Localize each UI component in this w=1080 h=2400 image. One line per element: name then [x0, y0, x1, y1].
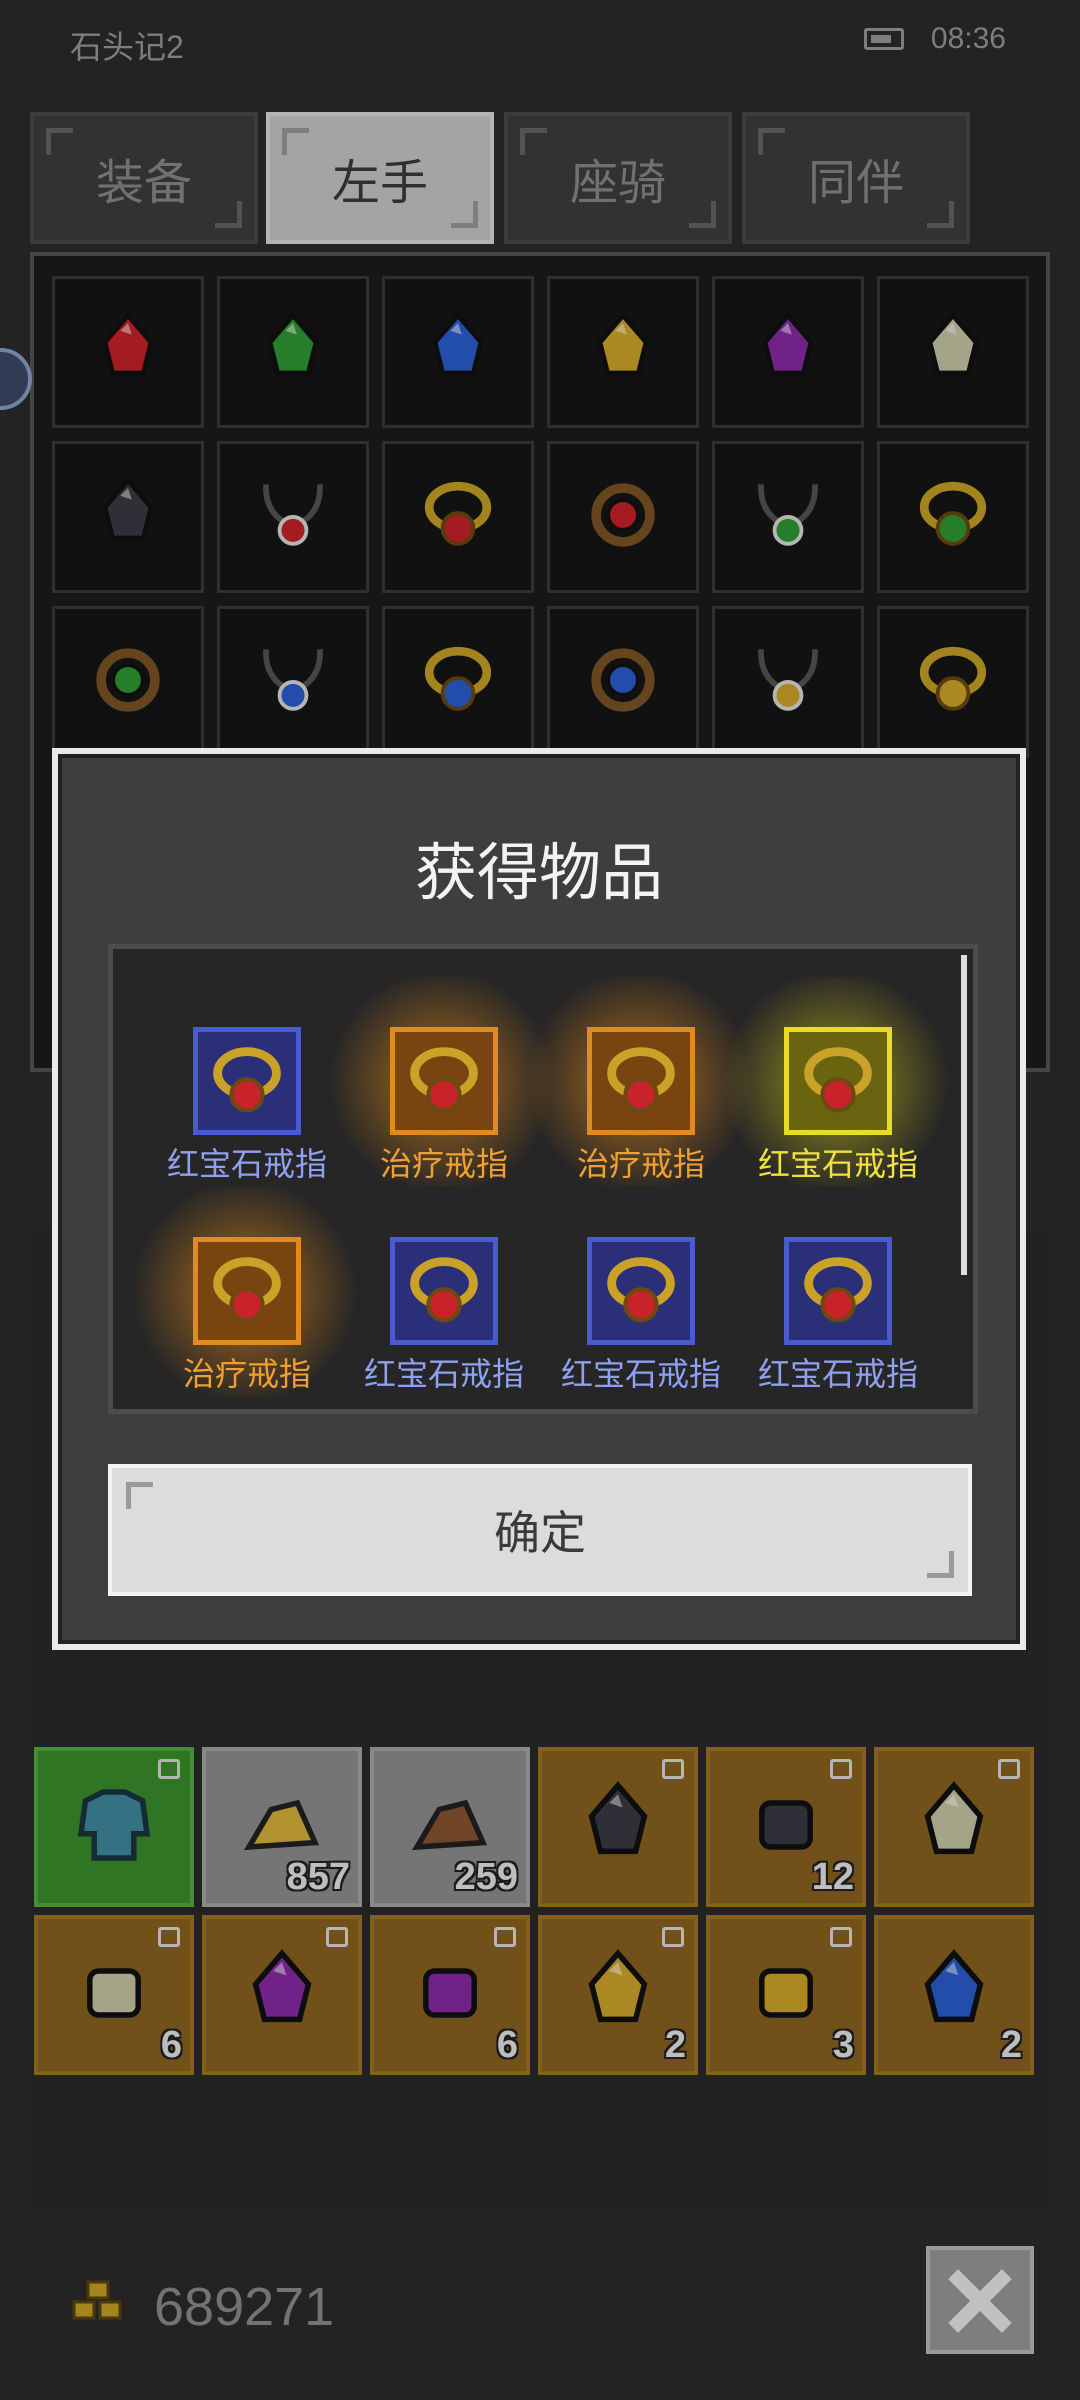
confirm-label: 确定: [494, 1507, 586, 1559]
item-frame: [390, 1237, 498, 1345]
item-name: 红宝石戒指: [757, 1146, 918, 1182]
obtained-item[interactable]: 红宝石戒指: [541, 1237, 737, 1397]
obtained-items-dialog: 获得物品 红宝石戒指 治疗戒指 治疗戒指 红宝石戒指 治疗戒指 红宝石戒指 红宝…: [52, 748, 1026, 1650]
dialog-title: 获得物品: [414, 839, 663, 908]
ruby-ring-icon: [198, 1257, 296, 1344]
confirm-button[interactable]: 确定: [108, 1464, 972, 1596]
ruby-ring-icon: [592, 1257, 690, 1344]
ruby-ring-icon: [198, 1047, 296, 1134]
item-frame: [784, 1027, 892, 1135]
item-name: 红宝石戒指: [757, 1356, 918, 1392]
obtained-item[interactable]: 红宝石戒指: [738, 1237, 934, 1397]
ruby-ring-icon: [789, 1047, 887, 1134]
ruby-ring-icon: [789, 1257, 887, 1344]
obtained-item[interactable]: 治疗戒指: [117, 1187, 373, 1397]
obtained-items-list: 红宝石戒指 治疗戒指 治疗戒指 红宝石戒指 治疗戒指 红宝石戒指 红宝石戒指 红…: [108, 944, 978, 1414]
ruby-ring-icon: [395, 1047, 493, 1134]
item-frame: [193, 1027, 301, 1135]
obtained-item[interactable]: 红宝石戒指: [708, 977, 964, 1187]
item-frame: [784, 1237, 892, 1345]
item-frame: [390, 1027, 498, 1135]
item-frame: [193, 1237, 301, 1345]
ruby-ring-icon: [395, 1257, 493, 1344]
item-frame: [587, 1027, 695, 1135]
item-frame: [587, 1237, 695, 1345]
ruby-ring-icon: [592, 1047, 690, 1134]
obtained-item[interactable]: 红宝石戒指: [344, 1237, 540, 1397]
